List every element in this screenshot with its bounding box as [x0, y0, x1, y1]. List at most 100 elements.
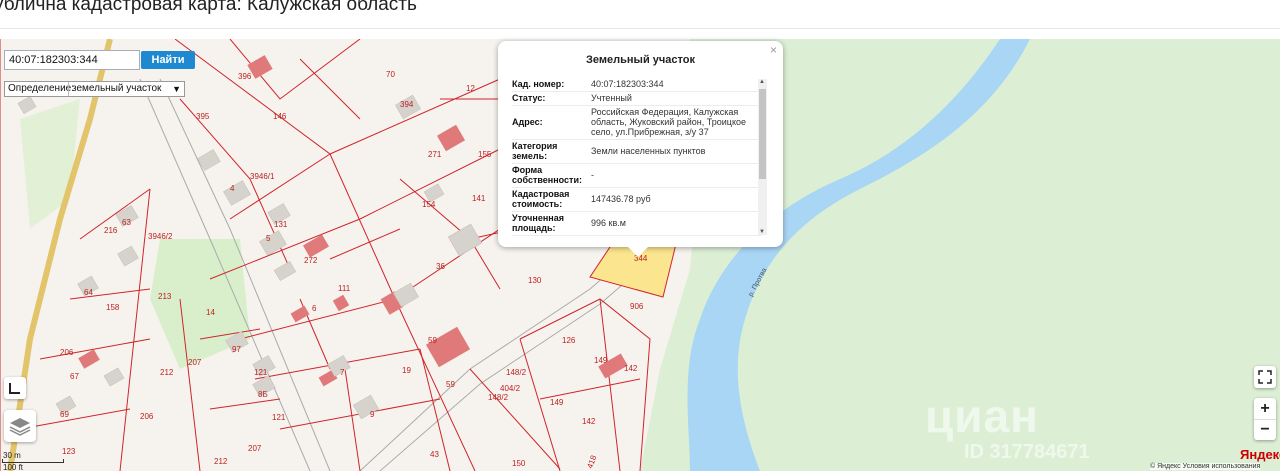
- parcel-label: 3946/1: [250, 172, 275, 181]
- parcel-label: 14: [206, 308, 215, 317]
- parcel-label: 12: [466, 84, 475, 93]
- row-value: Российская Федерация, Калужская область,…: [591, 105, 762, 140]
- table-row: Кад. номер: 40:07:182303:344: [512, 78, 762, 92]
- parcel-label: 396: [238, 72, 252, 81]
- row-value: 147436.78 руб: [591, 187, 762, 212]
- parcel-label: 69: [60, 410, 69, 419]
- parcel-label: 206: [60, 348, 74, 357]
- table-row: Статус: Учтенный: [512, 91, 762, 106]
- row-key: Форма собственности:: [512, 163, 591, 188]
- scroll-down-icon[interactable]: ▼: [759, 229, 765, 235]
- parcel-label: 206: [140, 412, 154, 421]
- ruler-button[interactable]: [4, 377, 26, 399]
- parcel-label: 19: [402, 366, 411, 375]
- parcel-label: 111: [338, 284, 351, 293]
- parcel-label: 97: [232, 345, 241, 354]
- row-value: Земли населенных пунктов: [591, 139, 762, 164]
- parcel-label: 207: [188, 358, 202, 367]
- parcel-label: 212: [214, 457, 228, 466]
- parcel-label: 4: [230, 184, 235, 193]
- parcel-label: 3946/2: [148, 232, 173, 241]
- table-row: Адрес: Российская Федерация, Калужская о…: [512, 105, 762, 140]
- parcel-label: 213: [158, 292, 172, 301]
- parcel-label: 141: [472, 194, 486, 203]
- parcel-label: 131: [274, 220, 288, 229]
- parcel-info-popup: Земельный участок × Кад. номер: 40:07:18…: [498, 41, 783, 247]
- row-key: Статус:: [512, 91, 591, 106]
- search-button[interactable]: Найти: [141, 51, 195, 69]
- row-value: -: [591, 163, 762, 188]
- popup-title: Земельный участок: [586, 54, 695, 66]
- zoom-in-button[interactable]: +: [1254, 398, 1276, 420]
- parcel-label: 906: [630, 302, 644, 311]
- row-value: Учтенный: [591, 91, 762, 106]
- chevron-down-icon[interactable]: ▼: [172, 82, 181, 96]
- scrollbar-thumb[interactable]: [759, 89, 766, 179]
- parcel-label: 158: [106, 303, 120, 312]
- parcel-label: 63: [122, 218, 131, 227]
- popup-pointer: [628, 247, 648, 257]
- map-footer[interactable]: © Яндекс Условия использования: [1150, 463, 1261, 470]
- parcel-label: 394: [400, 100, 414, 109]
- definition-label: Определение:: [8, 83, 75, 94]
- parcel-label: 207: [248, 444, 262, 453]
- definition-select[interactable]: Определение: земельный участок ▼: [4, 81, 185, 97]
- parcel-label: 121: [254, 368, 268, 377]
- zoom-out-button[interactable]: −: [1254, 420, 1276, 440]
- row-key: Кад. номер:: [512, 78, 591, 92]
- parcel-label: 155: [478, 150, 492, 159]
- row-value: 996 кв.м: [591, 211, 762, 236]
- title-divider: [0, 28, 1280, 29]
- parcel-label: 404/2: [500, 384, 521, 393]
- parcel-label: 395: [196, 112, 210, 121]
- row-key: Категория земель:: [512, 139, 591, 164]
- parcel-info-table: Кад. номер: 40:07:182303:344 Статус: Учт…: [512, 78, 762, 236]
- parcel-label: 64: [84, 288, 93, 297]
- fullscreen-button[interactable]: [1254, 366, 1276, 388]
- scroll-up-icon[interactable]: ▲: [759, 79, 765, 85]
- parcel-label: 6: [312, 304, 317, 313]
- search-box: Найти: [4, 50, 195, 70]
- layers-button[interactable]: [4, 410, 36, 442]
- fullscreen-icon: [1258, 370, 1272, 384]
- parcel-label: 8Б: [258, 390, 268, 399]
- parcel-label: 130: [528, 276, 542, 285]
- layers-icon: [9, 418, 31, 436]
- row-value: 40:07:182303:344: [591, 78, 762, 92]
- definition-value[interactable]: земельный участок: [68, 82, 185, 96]
- table-row: Категория земель: Земли населенных пункт…: [512, 139, 762, 164]
- parcel-label: 150: [512, 459, 526, 468]
- parcel-label: 271: [428, 150, 442, 159]
- parcel-label: 59: [428, 336, 437, 345]
- parcel-label: 142: [624, 364, 638, 373]
- watermark: циан: [925, 390, 1039, 442]
- parcel-label: 146: [273, 112, 287, 121]
- page-title: ублична кадастровая карта: Калужская обл…: [0, 0, 417, 15]
- table-row: Кадастровая стоимость: 147436.78 руб: [512, 187, 762, 212]
- parcel-label: 154: [422, 200, 436, 209]
- close-icon[interactable]: ×: [770, 43, 777, 57]
- parcel-label: 149: [594, 356, 608, 365]
- watermark-id: ID 317784671: [964, 441, 1090, 463]
- parcel-label: 70: [386, 70, 395, 79]
- parcel-label: 59: [446, 380, 455, 389]
- row-key: Адрес:: [512, 105, 591, 140]
- row-key: Кадастровая стоимость:: [512, 187, 591, 212]
- parcel-label: 36: [436, 262, 445, 271]
- parcel-label: 123: [62, 447, 76, 456]
- parcel-label: 9: [370, 410, 375, 419]
- table-row: Форма собственности: -: [512, 163, 762, 188]
- parcel-label: 7: [340, 368, 345, 377]
- popup-scrollbar[interactable]: ▲ ▼: [758, 79, 767, 235]
- cadastral-search-input[interactable]: [4, 50, 140, 70]
- parcel-label: 148/2: [506, 368, 527, 377]
- parcel-label: 67: [70, 372, 79, 381]
- parcel-label: 272: [304, 256, 318, 265]
- parcel-label: 216: [104, 226, 118, 235]
- table-row: Уточненная площадь: 996 кв.м: [512, 211, 762, 236]
- parcel-label: 121: [272, 413, 286, 422]
- parcel-label: 149: [550, 398, 564, 407]
- parcel-label: 5: [266, 234, 271, 243]
- parcel-label: 148/2: [488, 393, 509, 402]
- parcel-label: 212: [160, 368, 174, 377]
